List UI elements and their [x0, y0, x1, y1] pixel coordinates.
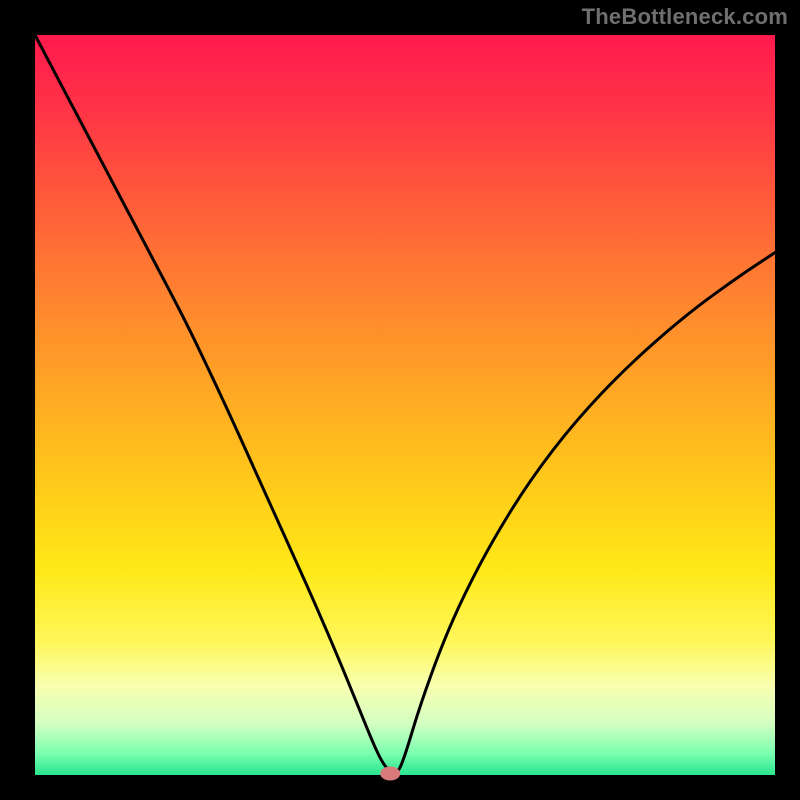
plot-background: [35, 35, 775, 775]
chart-frame: TheBottleneck.com: [0, 0, 800, 800]
optimal-point-marker: [380, 767, 400, 781]
watermark-text: TheBottleneck.com: [582, 4, 788, 30]
bottleneck-curve-plot: [0, 0, 800, 800]
